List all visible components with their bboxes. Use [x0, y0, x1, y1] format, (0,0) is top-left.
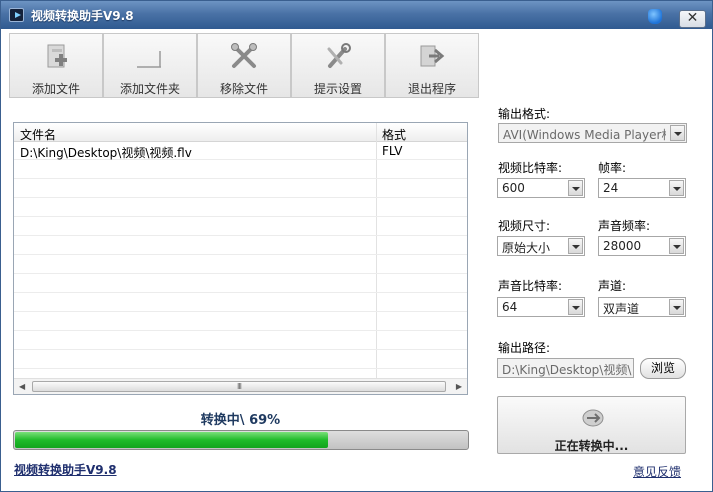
audio-rate-select[interactable]: 28000	[598, 236, 686, 256]
file-name-cell: D:\King\Desktop\视频\视频.flv	[20, 146, 192, 160]
add-folder-label: 添加文件夹	[119, 82, 180, 96]
file-list-header: 文件名 格式	[14, 123, 467, 142]
table-row[interactable]: D:\King\Desktop\视频\视频.flv FLV	[14, 142, 467, 160]
app-home-link[interactable]: 视频转换助手V9.8	[14, 461, 117, 478]
output-format-label: 输出格式:	[498, 107, 551, 121]
chevron-down-icon[interactable]	[669, 238, 684, 254]
convert-icon	[582, 409, 604, 427]
exit-arrow-icon	[420, 45, 445, 67]
chevron-down-icon[interactable]	[568, 238, 583, 254]
prompt-settings-label: 提示设置	[313, 82, 362, 96]
empty-row	[14, 218, 467, 236]
audio-bitrate-label: 声音比特率:	[498, 279, 563, 293]
audio-bitrate-value: 64	[502, 300, 518, 314]
scroll-thumb[interactable]: III	[32, 381, 446, 392]
video-bitrate-value: 600	[502, 181, 525, 195]
video-size-label: 视频尺寸:	[498, 219, 551, 233]
chevron-down-icon[interactable]	[568, 180, 583, 196]
add-file-icon	[47, 44, 67, 68]
add-folder-button[interactable]: 添加文件夹	[103, 33, 197, 98]
horizontal-scrollbar[interactable]: ◀ III ▶	[14, 378, 467, 394]
channel-value: 双声道	[603, 302, 640, 316]
feedback-link[interactable]: 意见反馈	[633, 463, 681, 480]
chevron-down-icon[interactable]	[670, 125, 685, 141]
empty-row	[14, 351, 467, 369]
app-icon	[9, 8, 24, 22]
video-size-select[interactable]: 原始大小	[497, 236, 585, 256]
start-convert-button[interactable]: 正在转换中...	[497, 396, 686, 454]
remove-file-label: 移除文件	[219, 82, 268, 96]
frame-rate-label: 帧率:	[598, 161, 627, 175]
scroll-right-icon[interactable]: ▶	[456, 382, 462, 391]
frame-rate-value: 24	[603, 181, 619, 195]
title-bar[interactable]: 视频转换助手V9.8 ✕	[1, 1, 712, 29]
output-path-input[interactable]: D:\King\Desktop\视频\	[497, 358, 634, 378]
close-button[interactable]: ✕	[679, 10, 706, 28]
channel-label: 声道:	[598, 279, 627, 293]
empty-row	[14, 256, 467, 274]
add-file-button[interactable]: 添加文件	[9, 33, 103, 98]
video-size-value: 原始大小	[502, 241, 551, 255]
chevron-down-icon[interactable]	[669, 299, 684, 315]
empty-row	[14, 180, 467, 198]
output-format-value: AVI(Windows Media Player格式)	[503, 128, 666, 142]
start-convert-label: 正在转换中...	[554, 439, 629, 453]
empty-row	[14, 275, 467, 293]
audio-rate-value: 28000	[603, 239, 642, 253]
video-bitrate-label: 视频比特率:	[498, 161, 563, 175]
add-file-label: 添加文件	[31, 82, 80, 96]
empty-row	[14, 294, 467, 312]
video-bitrate-select[interactable]: 600	[497, 178, 585, 198]
progress-status: 转换中\ 69%	[200, 413, 281, 428]
output-format-select[interactable]: AVI(Windows Media Player格式)	[498, 123, 687, 143]
empty-row	[14, 161, 467, 179]
settings-icon	[327, 43, 351, 68]
exit-label: 退出程序	[407, 82, 456, 96]
scroll-left-icon[interactable]: ◀	[19, 382, 25, 391]
progress-bar	[13, 430, 469, 450]
progress-fill	[15, 432, 329, 448]
add-folder-icon	[137, 51, 161, 68]
app-window: 视频转换助手V9.8 ✕ 添加文件 添加文件夹 移除文件 提示设置 退出程序 文…	[0, 0, 713, 492]
channel-select[interactable]: 双声道	[598, 297, 686, 317]
audio-bitrate-select[interactable]: 64	[497, 297, 585, 317]
empty-row	[14, 332, 467, 350]
browse-button[interactable]: 浏览	[640, 358, 686, 379]
audio-rate-label: 声音频率:	[598, 219, 651, 233]
chevron-down-icon[interactable]	[568, 299, 583, 315]
column-header-format[interactable]: 格式	[382, 126, 406, 143]
exit-button[interactable]: 退出程序	[385, 33, 479, 98]
empty-row	[14, 313, 467, 331]
chevron-down-icon[interactable]	[669, 180, 684, 196]
remove-file-button[interactable]: 移除文件	[197, 33, 291, 98]
empty-row	[14, 199, 467, 217]
skin-icon[interactable]	[648, 9, 662, 24]
frame-rate-select[interactable]: 24	[598, 178, 686, 198]
output-path-label: 输出路径:	[498, 341, 551, 355]
empty-row	[14, 237, 467, 255]
window-title: 视频转换助手V9.8	[31, 9, 134, 23]
toolbar: 添加文件 添加文件夹 移除文件 提示设置 退出程序	[9, 33, 481, 98]
file-list[interactable]: 文件名 格式 D:\King\Desktop\视频\视频.flv FLV ◀ I…	[13, 122, 468, 395]
column-header-filename[interactable]: 文件名	[20, 126, 56, 143]
prompt-settings-button[interactable]: 提示设置	[291, 33, 385, 98]
file-format-cell: FLV	[382, 144, 403, 158]
tools-icon	[231, 43, 257, 68]
